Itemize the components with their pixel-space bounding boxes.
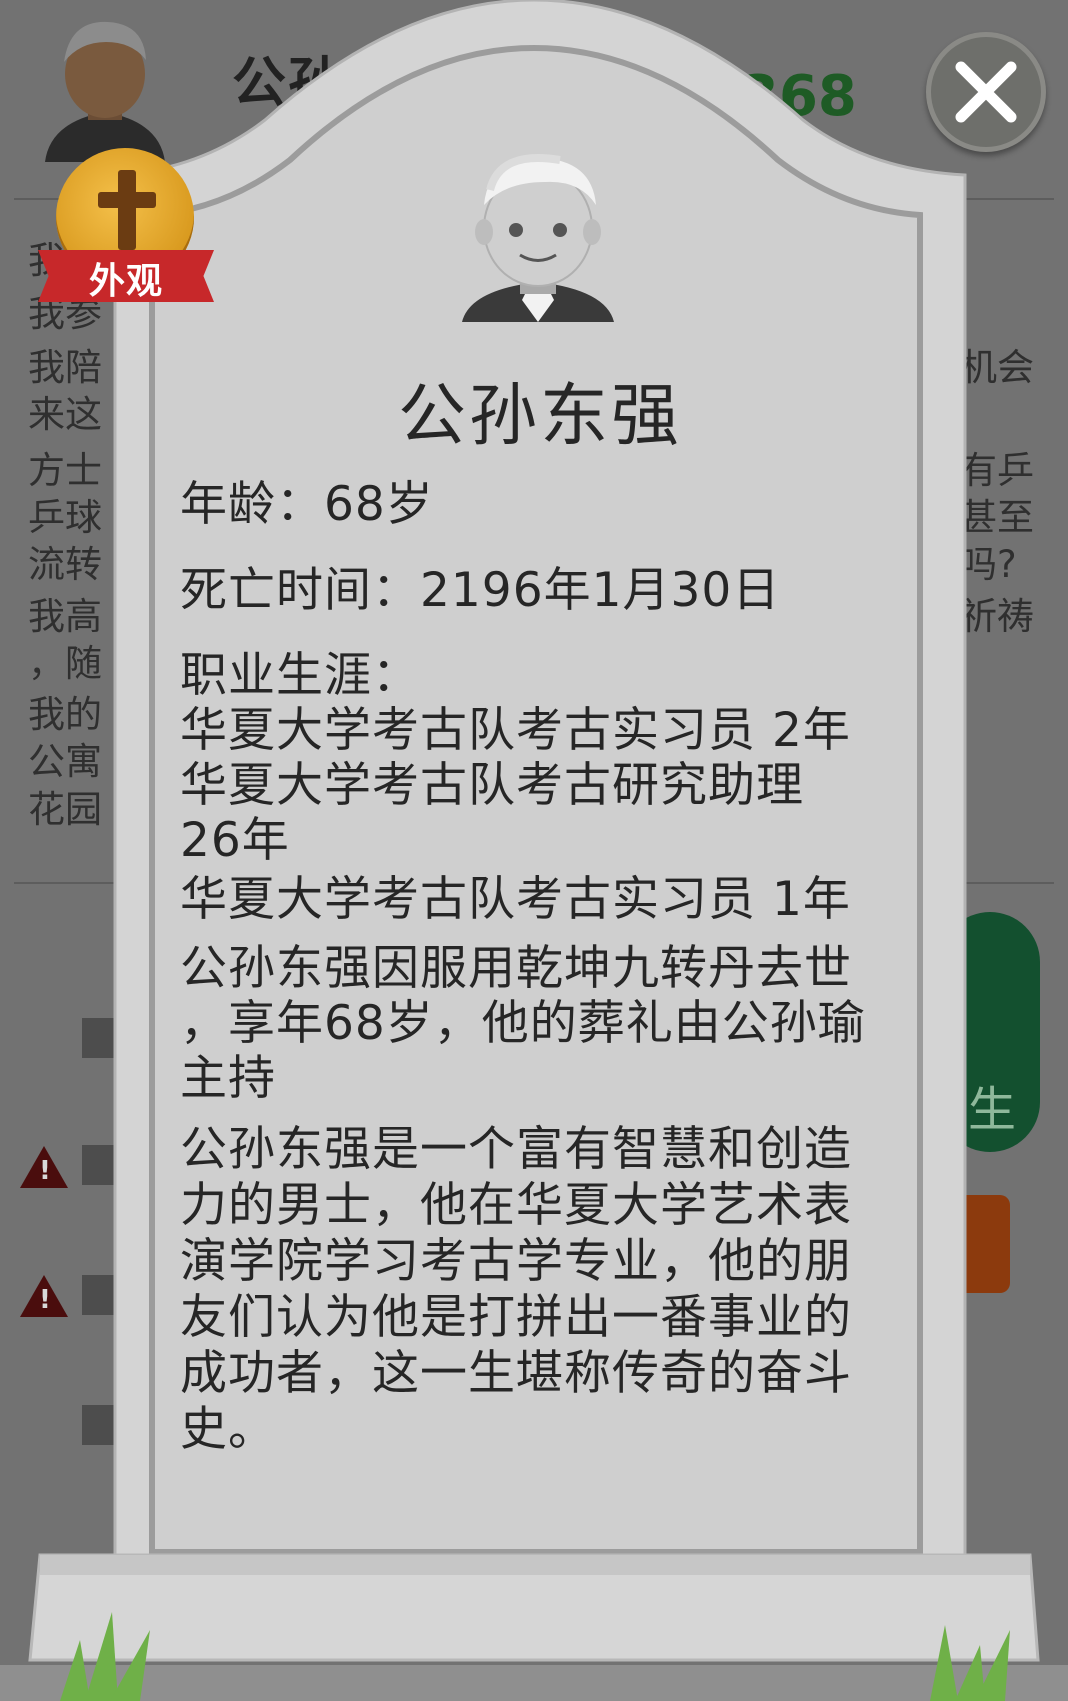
badge-label: 外观 <box>88 261 163 302</box>
death-line: 公孙东强因服用乾坤九转丹去世 <box>180 941 852 996</box>
deceased-name: 公孙东强 <box>397 377 682 456</box>
death-line: ，享年68岁，他的葬礼由公孙瑜 <box>180 996 866 1051</box>
bio-line: 友们认为他是打拼出一番事业的 <box>180 1290 852 1345</box>
bio-line: 力的男士，他在华夏大学艺术表 <box>180 1178 852 1233</box>
career-line: 26年 <box>180 813 290 868</box>
close-button[interactable] <box>926 32 1046 152</box>
close-icon <box>955 61 1017 123</box>
career-heading: 职业生涯： <box>180 648 420 703</box>
death-time-line: 死亡时间：2196年1月30日 <box>180 563 781 618</box>
career-line: 华夏大学考古队考古实习员 2年 <box>180 703 851 758</box>
death-line: 主持 <box>180 1051 276 1106</box>
bio-line: 演学院学习考古学专业，他的朋 <box>180 1234 852 1289</box>
bio-line: 成功者，这一生堪称传奇的奋斗 <box>180 1346 852 1401</box>
career-line: 华夏大学考古队考古实习员 1年 <box>180 872 851 927</box>
career-line: 华夏大学考古队考古研究助理 <box>180 758 804 813</box>
bio-line: 公孙东强是一个富有智慧和创造 <box>180 1122 852 1177</box>
age-line: 年龄：68岁 <box>180 477 434 532</box>
bio-line: 史。 <box>180 1402 276 1457</box>
appearance-badge[interactable]: 外观 <box>38 148 214 306</box>
cross-icon <box>118 170 136 250</box>
